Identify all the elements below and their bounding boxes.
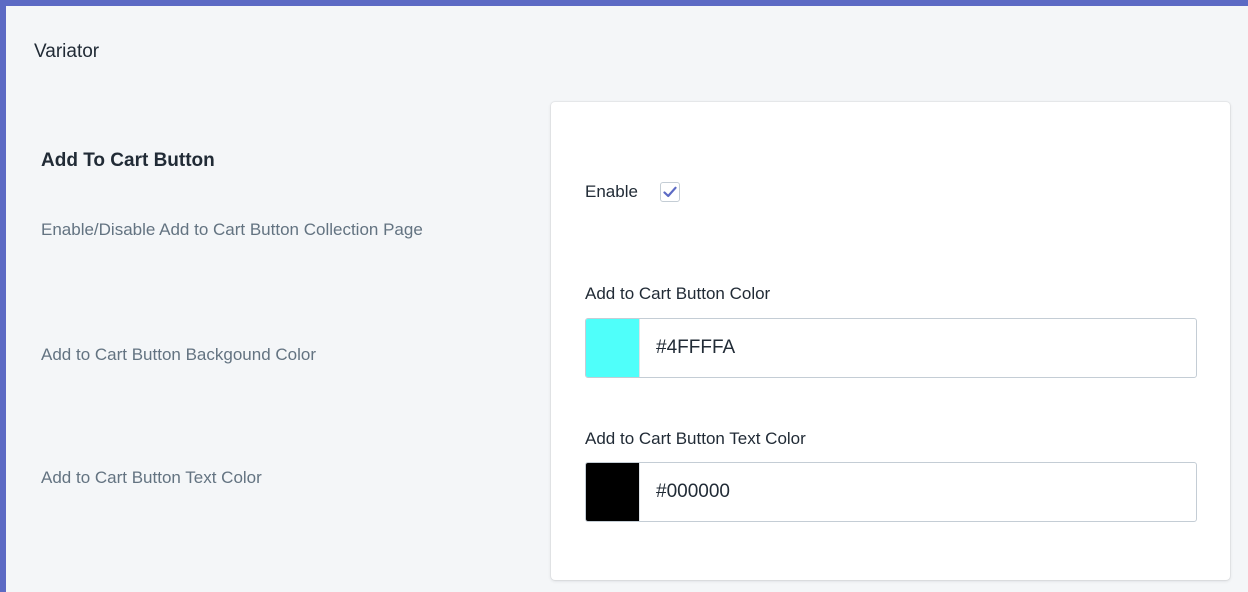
background-color-field[interactable]: #4FFFFA: [585, 318, 1197, 378]
checkmark-icon: [663, 186, 677, 198]
text-color-label: Add to Cart Button Text Color: [585, 429, 806, 448]
background-color-description: Add to Cart Button Backgound Color: [41, 345, 316, 364]
text-color-field[interactable]: #000000: [585, 462, 1197, 522]
enable-description: Enable/Disable Add to Cart Button Collec…: [41, 220, 423, 239]
settings-card: Enable Add to Cart Button Color #4FFFFA …: [551, 102, 1230, 580]
text-color-swatch[interactable]: [586, 463, 640, 521]
background-color-input[interactable]: #4FFFFA: [640, 319, 1196, 377]
enable-checkbox[interactable]: [659, 182, 680, 202]
background-color-label: Add to Cart Button Color: [585, 284, 771, 303]
app-title: Variator: [34, 41, 100, 62]
enable-label: Enable: [585, 182, 638, 201]
text-color-input[interactable]: #000000: [640, 463, 1196, 521]
text-color-description: Add to Cart Button Text Color: [41, 468, 262, 487]
section-heading: Add To Cart Button: [41, 150, 215, 171]
background-color-swatch[interactable]: [586, 319, 640, 377]
enable-row: Enable: [585, 178, 680, 206]
app-frame: Variator Add To Cart Button Enable/Disab…: [0, 0, 1248, 592]
